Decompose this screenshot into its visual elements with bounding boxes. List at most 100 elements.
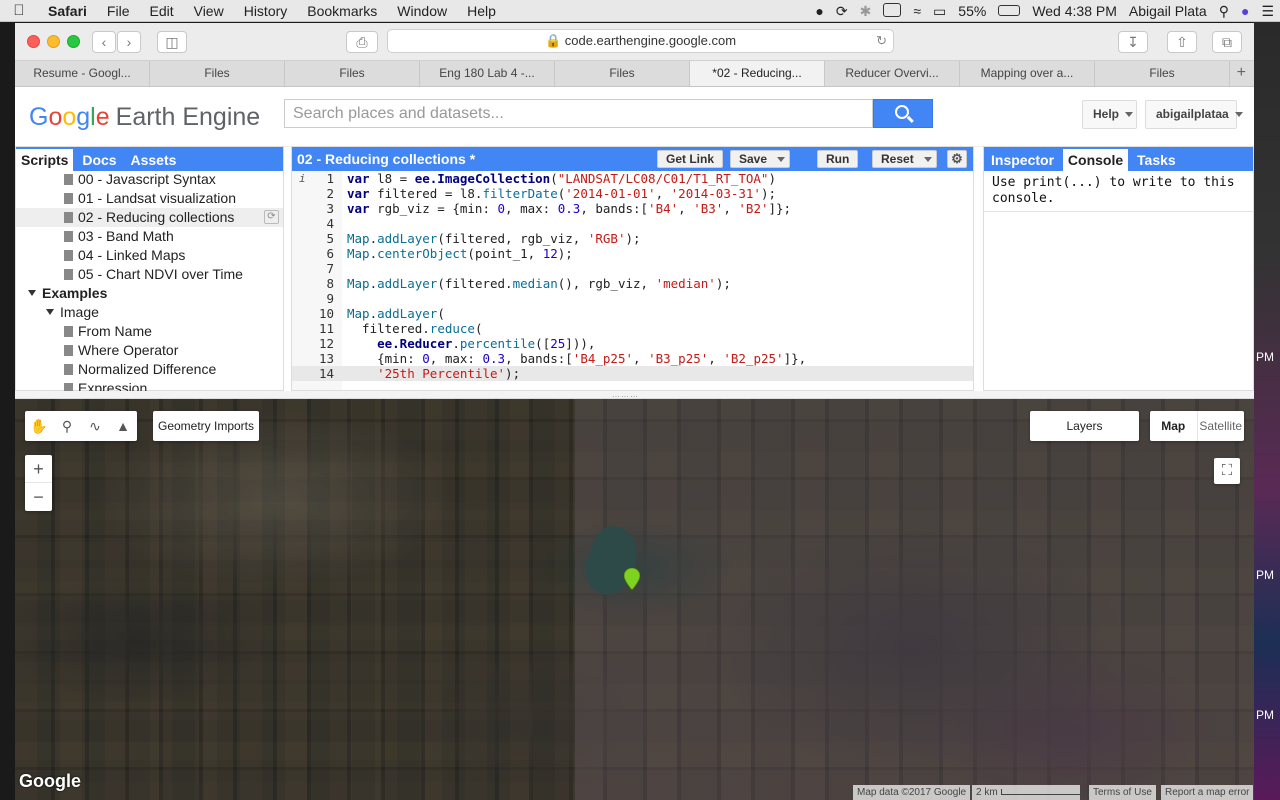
browser-tab-active[interactable]: *02 - Reducing... [690, 61, 825, 86]
code-area[interactable]: i 1 var l8 = ee.ImageCollection("LANDSAT/… [292, 171, 973, 390]
minimize-window-button[interactable] [47, 35, 60, 48]
fullscreen-icon[interactable]: ⛶ [1214, 458, 1240, 484]
layers-button[interactable]: Layers [1030, 411, 1139, 441]
script-item[interactable]: 04 - Linked Maps [16, 246, 283, 265]
earth-engine-header: Google Earth Engine Search places and dat… [15, 87, 1254, 147]
map-type-toggle: Map Satellite [1150, 411, 1244, 441]
script-item-selected[interactable]: 02 - Reducing collections ⟳ [16, 208, 283, 227]
point-marker-icon[interactable]: ⚲ [53, 411, 81, 441]
tabs-overview-icon[interactable]: ⧉ [1212, 31, 1242, 53]
browser-tab[interactable]: Files [285, 61, 420, 86]
chevron-down-icon [923, 157, 932, 162]
scripts-panel-header: Scripts Docs Assets [16, 147, 283, 171]
line-number: 10 [318, 306, 334, 321]
print-icon[interactable]: ⎙ [346, 31, 378, 53]
search-input[interactable]: Search places and datasets... [284, 99, 873, 128]
panel-splitter[interactable]: ⋯⋯⋯ [15, 391, 1254, 401]
example-item[interactable]: Normalized Difference [16, 360, 283, 379]
airplay-icon[interactable]: ▭ [927, 3, 952, 20]
menu-history[interactable]: History [234, 3, 298, 19]
menu-user[interactable]: Abigail Plata [1123, 3, 1213, 19]
geometry-imports-button[interactable]: Geometry Imports [153, 411, 259, 441]
map-type-satellite-button[interactable]: Satellite [1196, 411, 1245, 441]
browser-tab[interactable]: Resume - Googl... [15, 61, 150, 86]
address-bar[interactable]: 🔒 code.earthengine.google.com ↻ [387, 29, 894, 53]
zoom-window-button[interactable] [67, 35, 80, 48]
example-item-label: Expression [78, 380, 148, 391]
script-item[interactable]: 00 - Javascript Syntax [16, 170, 283, 189]
map-type-map-button[interactable]: Map [1150, 411, 1197, 441]
tab-docs[interactable]: Docs [77, 149, 121, 171]
map-view[interactable]: ✋ ⚲ ∿ ▲ Geometry Imports Layers Map Sate… [15, 399, 1254, 800]
tab-scripts[interactable]: Scripts [16, 149, 74, 171]
menu-view[interactable]: View [184, 3, 234, 19]
new-tab-button[interactable]: + [1230, 61, 1254, 86]
help-label: Help [1093, 107, 1120, 121]
creative-cloud-icon[interactable]: ● [809, 3, 829, 19]
report-error-link[interactable]: Report a map error [1161, 785, 1254, 800]
menu-bookmarks[interactable]: Bookmarks [297, 3, 387, 19]
browser-tab[interactable]: Eng 180 Lab 4 -... [420, 61, 555, 86]
spotlight-icon[interactable]: ⚲ [1213, 3, 1235, 20]
zoom-out-button[interactable]: − [25, 483, 52, 511]
help-button[interactable]: Help [1082, 100, 1137, 129]
wifi-icon[interactable]: ≈ [907, 3, 927, 19]
logo-letter: G [29, 103, 49, 131]
forward-button[interactable]: › [117, 31, 141, 53]
tab-inspector[interactable]: Inspector [986, 149, 1059, 171]
menu-clock[interactable]: Wed 4:38 PM [1026, 3, 1123, 19]
tab-assets[interactable]: Assets [125, 149, 181, 171]
image-folder[interactable]: Image [16, 303, 283, 322]
browser-tab[interactable]: Files [555, 61, 690, 86]
terms-link[interactable]: Terms of Use [1089, 785, 1156, 800]
tab-console[interactable]: Console [1062, 149, 1129, 171]
script-item[interactable]: 03 - Band Math [16, 227, 283, 246]
menu-file[interactable]: File [97, 3, 140, 19]
user-menu-button[interactable]: abigailplataa [1145, 100, 1243, 129]
browser-tab[interactable]: Files [150, 61, 285, 86]
browser-tab[interactable]: Mapping over a... [960, 61, 1095, 86]
script-item[interactable]: 05 - Chart NDVI over Time [16, 265, 283, 284]
example-item[interactable]: Expression [16, 379, 283, 391]
menu-app-name[interactable]: Safari [38, 3, 97, 19]
examples-folder[interactable]: Examples [16, 284, 283, 303]
search-button[interactable] [873, 99, 933, 128]
script-item[interactable]: 01 - Landsat visualization [16, 189, 283, 208]
get-link-button[interactable]: Get Link [657, 150, 724, 168]
line-tool-icon[interactable]: ∿ [81, 411, 109, 441]
example-item[interactable]: From Name [16, 322, 283, 341]
polygon-tool-icon[interactable]: ▲ [109, 411, 137, 441]
gear-icon[interactable]: ⚙ [947, 150, 967, 168]
history-icon[interactable]: ⟳ [264, 210, 279, 224]
menu-edit[interactable]: Edit [139, 3, 183, 19]
back-button[interactable]: ‹ [92, 31, 116, 53]
share-icon[interactable]: ⇧ [1167, 31, 1197, 53]
reset-button[interactable]: Reset [872, 150, 937, 168]
menu-window[interactable]: Window [387, 3, 457, 19]
siri-icon[interactable]: ● [1235, 3, 1255, 19]
example-item[interactable]: Where Operator [16, 341, 283, 360]
reload-icon[interactable]: ↻ [876, 30, 887, 52]
chevron-down-icon [1125, 112, 1134, 118]
battery-percent[interactable]: 55% [952, 3, 992, 19]
display-icon[interactable] [877, 2, 907, 20]
zoom-in-button[interactable]: + [25, 455, 52, 483]
run-button[interactable]: Run [817, 150, 859, 168]
map-marker-icon[interactable] [624, 568, 640, 590]
bluetooth-icon[interactable]: ✱ [854, 3, 878, 20]
sidebar-toggle-icon[interactable]: ◫ [157, 31, 187, 53]
close-window-button[interactable] [27, 35, 40, 48]
browser-tab[interactable]: Reducer Overvi... [825, 61, 960, 86]
menu-help[interactable]: Help [457, 3, 506, 19]
tab-tasks[interactable]: Tasks [1132, 149, 1181, 171]
earth-engine-logo[interactable]: Google Earth Engine [29, 103, 260, 132]
notification-center-icon[interactable]: ☰ [1255, 3, 1280, 20]
code-line: 9 [292, 291, 973, 306]
browser-tab[interactable]: Files [1095, 61, 1230, 86]
pan-hand-icon[interactable]: ✋ [25, 411, 53, 441]
apple-menu-icon[interactable]:  [0, 2, 38, 19]
sync-icon[interactable]: ⟳ [830, 3, 854, 20]
save-button[interactable]: Save [730, 150, 791, 168]
battery-icon[interactable] [992, 3, 1026, 19]
downloads-icon[interactable]: ↧ [1118, 31, 1148, 53]
